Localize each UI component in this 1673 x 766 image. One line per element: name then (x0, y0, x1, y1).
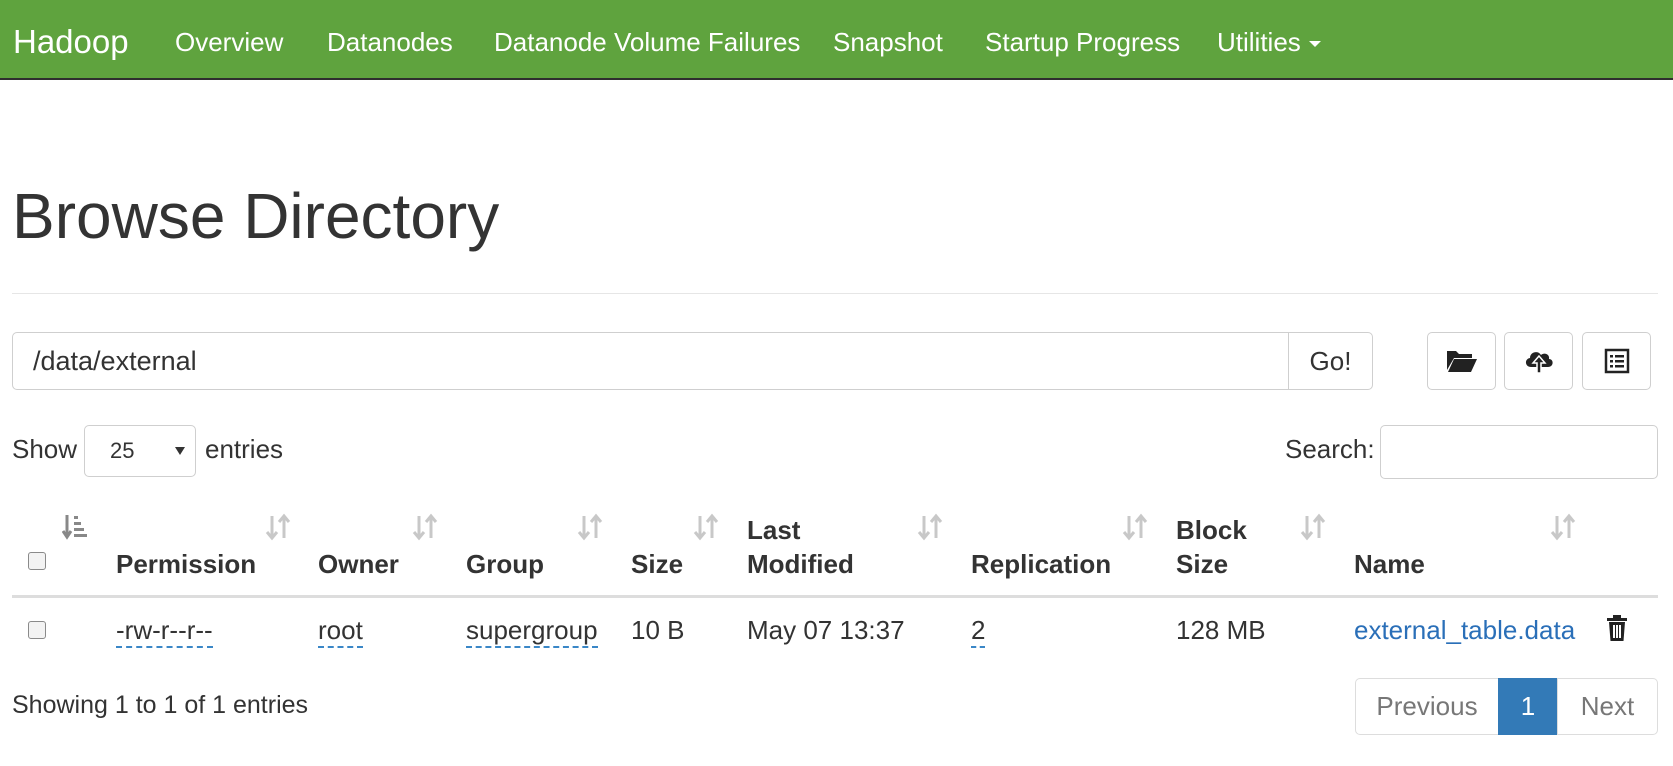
show-label: Show (12, 434, 78, 464)
column-header-replication[interactable]: Replication (971, 547, 1111, 581)
owner-value[interactable]: root (318, 615, 363, 648)
brand-logo[interactable]: Hadoop (13, 22, 129, 62)
replication-value[interactable]: 2 (971, 615, 986, 648)
table-header-divider (12, 595, 1658, 598)
nav-overview[interactable]: Overview (175, 26, 283, 58)
nav-startup-progress[interactable]: Startup Progress (985, 26, 1180, 58)
title-divider (12, 293, 1658, 294)
row-checkbox[interactable] (28, 621, 46, 639)
pagination-previous-button[interactable]: Previous (1355, 678, 1499, 735)
column-header-block-size-line2[interactable]: Size (1176, 547, 1228, 581)
sort-owner-icon[interactable] (411, 513, 439, 541)
sort-replication-icon[interactable] (1121, 513, 1149, 541)
cell-last-modified: May 07 13:37 (747, 615, 905, 645)
column-header-block-size-line1[interactable]: Block (1176, 513, 1247, 547)
cell-owner[interactable]: root (318, 613, 363, 648)
dropdown-arrow-icon (175, 447, 185, 455)
sort-group-icon[interactable] (576, 513, 604, 541)
permission-value[interactable]: -rw-r--r-- (116, 615, 213, 648)
select-all-checkbox[interactable] (28, 552, 46, 570)
cell-size: 10 B (631, 615, 685, 645)
folder-open-icon (1446, 351, 1477, 372)
nav-datanode-volume-failures[interactable]: Datanode Volume Failures (494, 26, 800, 58)
column-header-last-modified-line2[interactable]: Modified (747, 547, 854, 581)
sort-block-size-icon[interactable] (1299, 513, 1327, 541)
sort-name-icon[interactable] (1549, 513, 1577, 541)
entries-label: entries (205, 434, 284, 464)
column-header-last-modified-line1[interactable]: Last (747, 513, 800, 547)
column-header-group[interactable]: Group (466, 547, 544, 581)
cloud-upload-icon (1525, 352, 1553, 374)
entries-per-page-select[interactable]: 25 (84, 425, 196, 477)
search-label: Search: (1285, 434, 1375, 464)
nav-utilities-label: Utilities (1217, 27, 1301, 57)
sort-ascending-icon[interactable] (62, 513, 90, 541)
nav-datanodes[interactable]: Datanodes (327, 26, 453, 58)
sort-last-modified-icon[interactable] (916, 513, 944, 541)
cell-permission[interactable]: -rw-r--r-- (116, 613, 213, 648)
sort-permission-icon[interactable] (264, 513, 292, 541)
cut-paste-button[interactable] (1582, 332, 1651, 390)
page-title: Browse Directory (12, 180, 500, 252)
entries-select-value: 25 (110, 438, 135, 463)
nav-snapshot[interactable]: Snapshot (833, 26, 943, 58)
column-header-size[interactable]: Size (631, 547, 683, 581)
column-header-owner[interactable]: Owner (318, 547, 399, 581)
sort-size-icon[interactable] (692, 513, 720, 541)
cell-block-size: 128 MB (1176, 615, 1266, 645)
go-button[interactable]: Go! (1288, 332, 1373, 390)
navbar: Hadoop Overview Datanodes Datanode Volum… (0, 0, 1673, 80)
table-info-text: Showing 1 to 1 of 1 entries (12, 691, 309, 719)
nav-utilities-dropdown[interactable]: Utilities (1217, 26, 1321, 58)
group-value[interactable]: supergroup (466, 615, 598, 648)
pagination-next-button[interactable]: Next (1557, 678, 1658, 735)
cell-replication[interactable]: 2 (971, 613, 986, 648)
cell-group[interactable]: supergroup (466, 613, 598, 648)
caret-down-icon (1308, 41, 1321, 48)
search-input[interactable] (1380, 425, 1658, 479)
file-name-link[interactable]: external_table.data (1354, 613, 1575, 647)
list-icon (1604, 348, 1629, 374)
trash-icon[interactable] (1606, 614, 1628, 642)
directory-path-input[interactable]: /data/external (12, 332, 1289, 390)
column-header-name[interactable]: Name (1354, 547, 1425, 581)
pagination-page-1[interactable]: 1 (1498, 678, 1558, 735)
column-header-permission[interactable]: Permission (116, 547, 256, 581)
create-directory-button[interactable] (1427, 332, 1496, 390)
upload-button[interactable] (1504, 332, 1573, 390)
